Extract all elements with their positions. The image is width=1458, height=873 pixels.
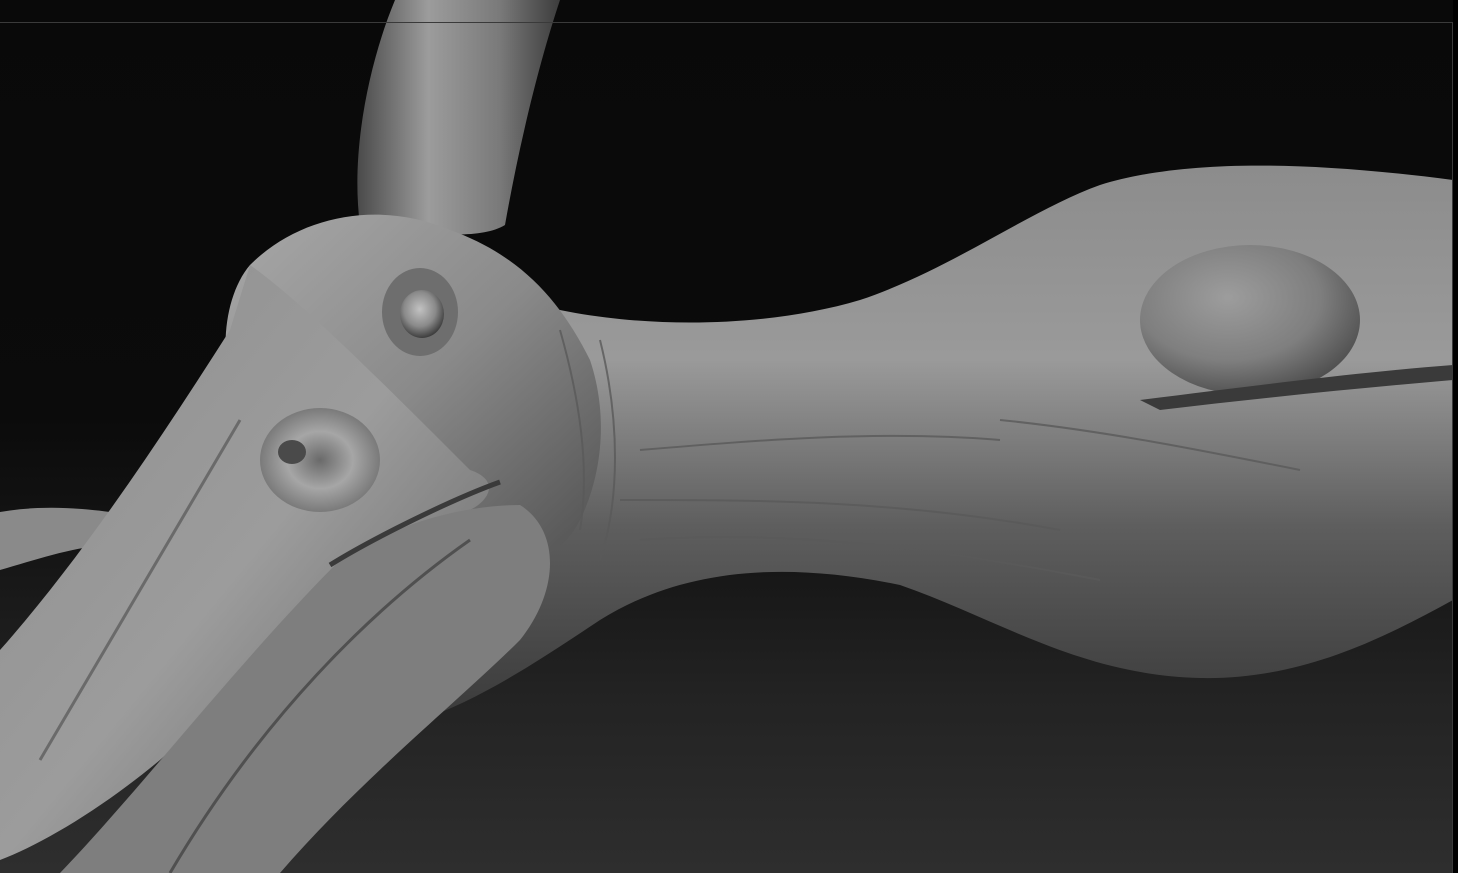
- eye: [400, 290, 444, 338]
- document-viewport[interactable]: [0, 0, 1458, 873]
- viewport-edge: [1453, 0, 1458, 873]
- nostril-socket: [260, 408, 380, 512]
- shoulder-muscle: [1140, 245, 1360, 395]
- sculpt-canvas[interactable]: [0, 0, 1458, 873]
- crest: [357, 0, 560, 235]
- viewport-frame-top: [0, 22, 1453, 23]
- nostril: [278, 440, 306, 464]
